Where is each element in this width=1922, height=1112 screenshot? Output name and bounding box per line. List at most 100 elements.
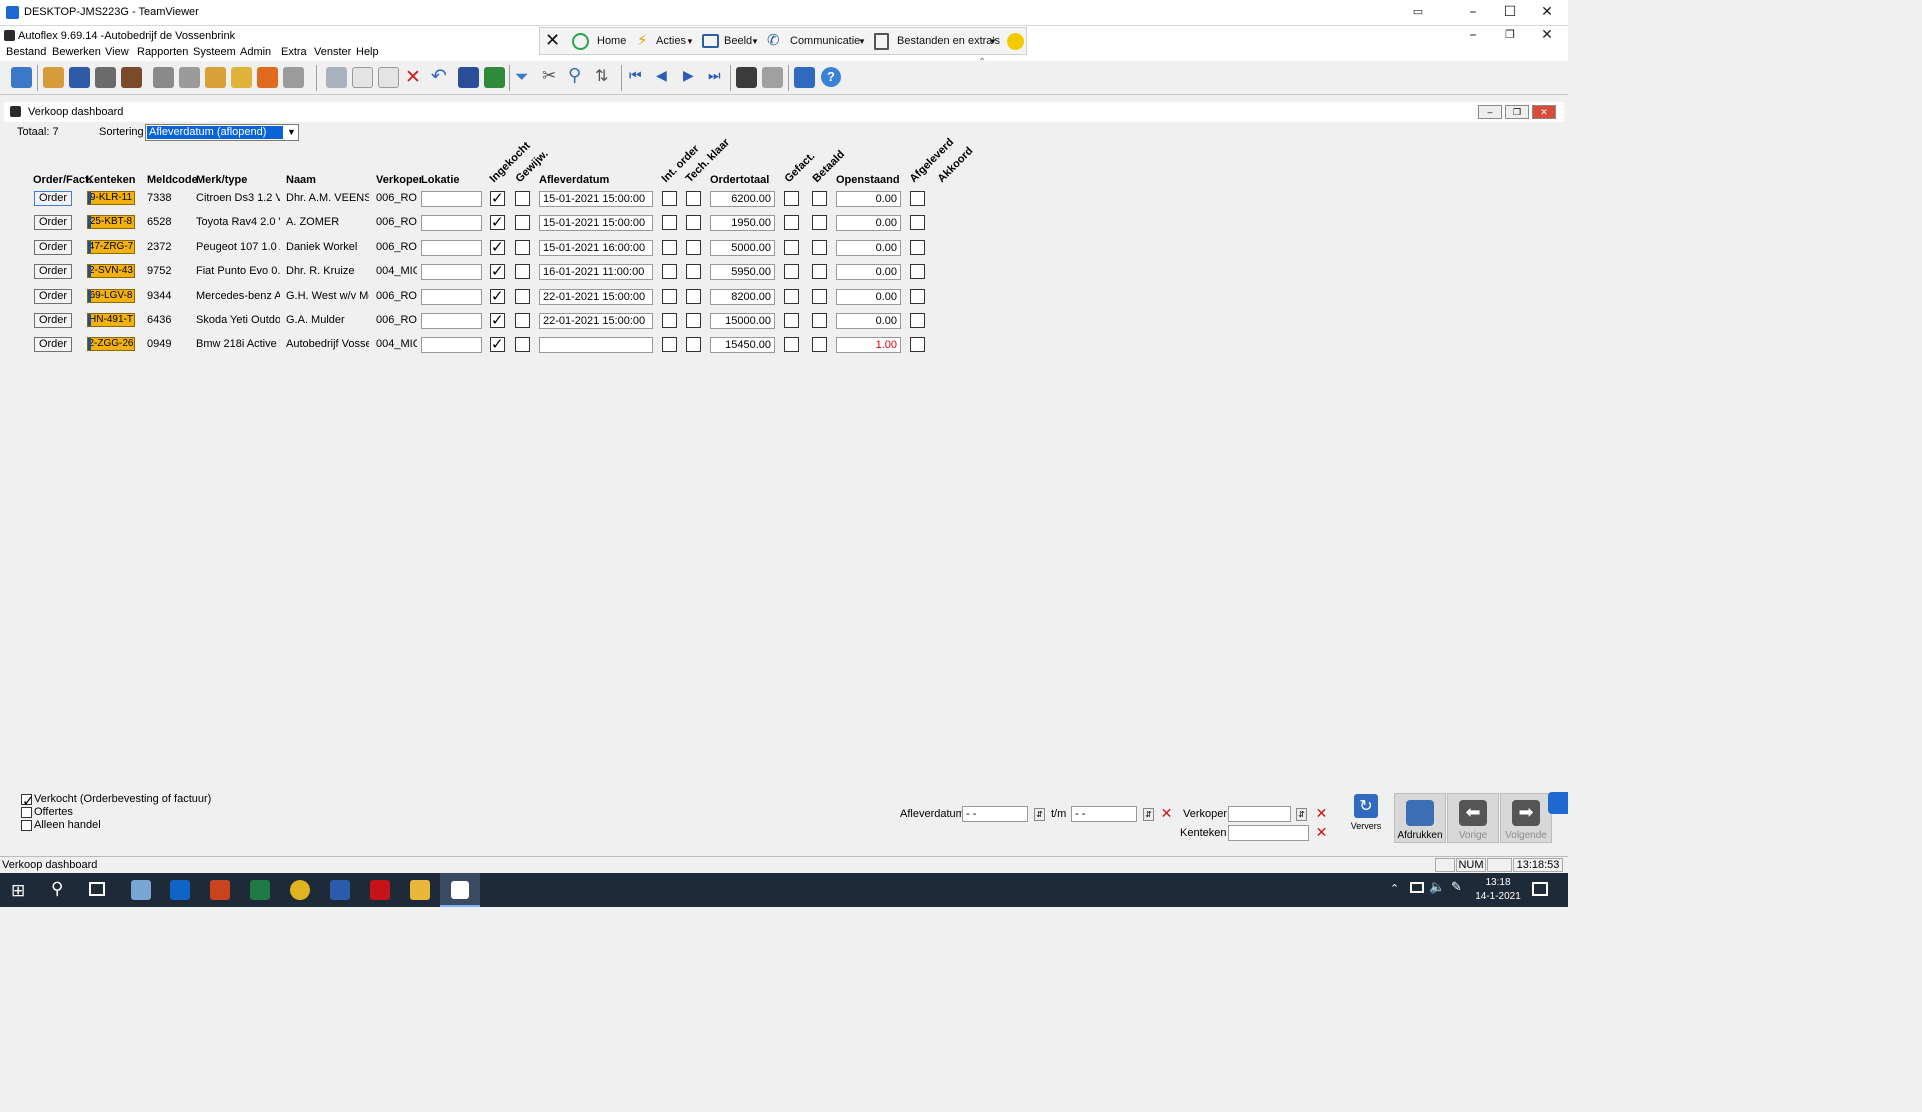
tech-klaar-checkbox[interactable] [686, 240, 701, 255]
tv-acties[interactable]: Acties [656, 35, 686, 47]
last-record-icon[interactable]: ⏭ [708, 68, 721, 84]
app-minimize-icon[interactable]: – [1463, 26, 1483, 44]
order-button[interactable]: Order [34, 240, 72, 255]
printer-icon[interactable] [283, 67, 304, 88]
int-order-checkbox[interactable] [662, 313, 677, 328]
tray-chevron-icon[interactable]: ⌃ [1390, 882, 1399, 895]
menu-help[interactable]: Help [356, 46, 379, 58]
betaald-checkbox[interactable] [812, 240, 827, 255]
tech-klaar-checkbox[interactable] [686, 191, 701, 206]
snipping-icon[interactable] [131, 880, 151, 900]
ordertotaal-input[interactable]: 6200.00 [710, 191, 775, 207]
date-from-spin-icon[interactable]: ⇵ [1034, 808, 1045, 821]
lokatie-input[interactable] [421, 240, 482, 256]
menu-rapporten[interactable]: Rapporten [137, 46, 188, 58]
package-icon[interactable] [257, 67, 278, 88]
menu-view[interactable]: View [105, 46, 129, 58]
int-order-checkbox[interactable] [662, 215, 677, 230]
filter-icon[interactable]: ⏷ [515, 67, 529, 87]
app-close-icon[interactable]: ✕ [1537, 26, 1557, 44]
child-restore-button[interactable]: ❐ [1505, 105, 1529, 119]
afleverdatum-input[interactable]: 22-01-2021 15:00:00 [539, 289, 653, 305]
ingekocht-checkbox[interactable] [490, 311, 505, 329]
afleverdatum-input[interactable]: 15-01-2021 15:00:00 [539, 215, 653, 231]
betaald-checkbox[interactable] [812, 215, 827, 230]
gewijw-checkbox[interactable] [515, 191, 530, 206]
lokatie-input[interactable] [421, 313, 482, 329]
volgende-button[interactable]: ➡ Volgende [1500, 793, 1552, 843]
lokatie-input[interactable] [421, 337, 482, 353]
verkocht-checkbox[interactable] [21, 792, 35, 810]
tech-klaar-checkbox[interactable] [686, 215, 701, 230]
ingekocht-checkbox[interactable] [490, 189, 505, 207]
gefact-checkbox[interactable] [784, 215, 799, 230]
hammer-icon[interactable] [121, 67, 142, 88]
afleverdatum-input[interactable]: 15-01-2021 15:00:00 [539, 191, 653, 207]
people-icon[interactable] [43, 67, 64, 88]
app-restore-icon[interactable]: ❐ [1500, 26, 1520, 44]
clear-verkoper-icon[interactable]: ✕ [1315, 807, 1328, 821]
tv-bestanden[interactable]: Bestanden en extra's [897, 35, 1000, 47]
search-icon[interactable]: ⚲ [51, 879, 63, 899]
gefact-checkbox[interactable] [784, 313, 799, 328]
autoflex-task[interactable] [440, 873, 480, 907]
teamviewer-side-icon[interactable] [1548, 792, 1568, 814]
ordertotaal-input[interactable]: 5000.00 [710, 240, 775, 256]
gewijw-checkbox[interactable] [515, 313, 530, 328]
excel-icon[interactable] [250, 880, 270, 900]
tv-communicatie[interactable]: Communicatie [790, 35, 860, 47]
ordertotaal-input[interactable]: 15000.00 [710, 313, 775, 329]
gewijw-checkbox[interactable] [515, 240, 530, 255]
int-order-checkbox[interactable] [662, 264, 677, 279]
lokatie-input[interactable] [421, 191, 482, 207]
sortering-select[interactable]: Afleverdatum (aflopend) ▼ [145, 124, 299, 141]
date-to-input[interactable]: - - [1071, 806, 1137, 822]
int-order-checkbox[interactable] [662, 191, 677, 206]
acrobat-icon[interactable] [370, 880, 390, 900]
menu-bestand[interactable]: Bestand [6, 46, 46, 58]
offertes-checkbox[interactable] [21, 807, 32, 818]
pen-icon[interactable]: ✎ [1451, 880, 1462, 895]
document-icon[interactable] [736, 67, 757, 88]
lokatie-input[interactable] [421, 264, 482, 280]
betaald-checkbox[interactable] [812, 337, 827, 352]
betaald-checkbox[interactable] [812, 191, 827, 206]
smiley-icon[interactable] [1007, 33, 1024, 50]
afgeleverd-checkbox[interactable] [910, 313, 925, 328]
menu-systeem[interactable]: Systeem [193, 46, 236, 58]
teamviewer-collapse-icon[interactable]: ⌃ [978, 57, 986, 68]
gewijw-checkbox[interactable] [515, 215, 530, 230]
clear-date-icon[interactable]: ✕ [1160, 807, 1173, 821]
ververs-button[interactable]: ↻ Ververs [1348, 792, 1384, 832]
afgeleverd-checkbox[interactable] [910, 191, 925, 206]
ingekocht-checkbox[interactable] [490, 262, 505, 280]
word-icon[interactable] [330, 880, 350, 900]
ordertotaal-input[interactable]: 5950.00 [710, 264, 775, 280]
sort-icon[interactable]: ⇅ [595, 66, 608, 85]
openstaand-input[interactable]: 0.00 [836, 313, 901, 329]
afleverdatum-input[interactable]: 22-01-2021 15:00:00 [539, 313, 653, 329]
new-document-icon[interactable] [352, 67, 373, 88]
save-icon[interactable] [458, 67, 479, 88]
ordertotaal-input[interactable]: 8200.00 [710, 289, 775, 305]
chrome-icon[interactable] [290, 880, 310, 900]
order-button[interactable]: Order [34, 215, 72, 230]
home-app-icon[interactable] [794, 67, 815, 88]
openstaand-input[interactable]: 0.00 [836, 264, 901, 280]
ordertotaal-input[interactable]: 1950.00 [710, 215, 775, 231]
openstaand-input[interactable]: 0.00 [836, 215, 901, 231]
lokatie-input[interactable] [421, 289, 482, 305]
ordertotaal-input[interactable]: 15450.00 [710, 337, 775, 353]
alleen-handel-checkbox[interactable] [21, 820, 32, 831]
undo-icon[interactable]: ↶ [431, 65, 447, 87]
ingekocht-checkbox[interactable] [490, 213, 505, 231]
close-icon[interactable]: ✕ [1537, 3, 1557, 21]
clipboard-icon[interactable] [205, 67, 226, 88]
tech-klaar-checkbox[interactable] [686, 289, 701, 304]
menu-bewerken[interactable]: Bewerken [52, 46, 101, 58]
betaald-checkbox[interactable] [812, 289, 827, 304]
volume-icon[interactable]: 🔈 [1429, 880, 1445, 895]
copy-icon[interactable] [378, 67, 399, 88]
kenteken-input[interactable] [1228, 825, 1309, 841]
order-button[interactable]: Order [34, 337, 72, 352]
